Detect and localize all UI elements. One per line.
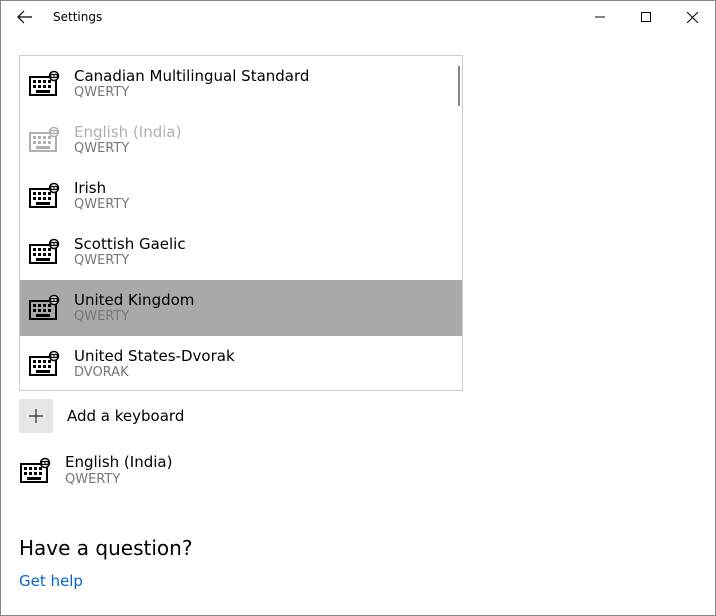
installed-keyboard-name: English (India) bbox=[65, 453, 172, 472]
keyboard-option[interactable]: English (India)QWERTY bbox=[20, 112, 462, 168]
close-icon bbox=[687, 12, 698, 23]
maximize-icon bbox=[641, 12, 651, 22]
window-controls bbox=[577, 1, 715, 33]
keyboard-name: Irish bbox=[74, 179, 129, 198]
keyboard-icon bbox=[28, 236, 60, 268]
minimize-button[interactable] bbox=[577, 1, 623, 33]
titlebar: Settings bbox=[1, 1, 715, 33]
keyboard-option[interactable]: Canadian Multilingual StandardQWERTY bbox=[20, 56, 462, 112]
keyboard-layout: QWERTY bbox=[74, 253, 186, 269]
keyboard-icon bbox=[28, 68, 60, 100]
plus-box bbox=[19, 399, 53, 433]
content-area: Canadian Multilingual StandardQWERTYEngl… bbox=[1, 55, 715, 608]
keyboard-option[interactable]: Scottish GaelicQWERTY bbox=[20, 224, 462, 280]
close-button[interactable] bbox=[669, 1, 715, 33]
keyboard-option[interactable]: United States-DvorakDVORAK bbox=[20, 336, 462, 390]
keyboard-option-text: Canadian Multilingual StandardQWERTY bbox=[74, 67, 309, 102]
installed-keyboard-text: English (India) QWERTY bbox=[65, 453, 172, 488]
keyboard-option-text: IrishQWERTY bbox=[74, 179, 129, 214]
keyboard-icon bbox=[28, 348, 60, 380]
keyboard-option-text: English (India)QWERTY bbox=[74, 123, 181, 158]
settings-window: Settings Canadian Multilingual StandardQ… bbox=[0, 0, 716, 616]
keyboard-name: English (India) bbox=[74, 123, 181, 142]
keyboard-dropdown: Canadian Multilingual StandardQWERTYEngl… bbox=[19, 55, 463, 391]
keyboard-name: Scottish Gaelic bbox=[74, 235, 186, 254]
keyboard-icon bbox=[19, 455, 51, 487]
installed-keyboard-layout: QWERTY bbox=[65, 472, 172, 488]
keyboard-layout: QWERTY bbox=[74, 85, 309, 101]
plus-icon bbox=[28, 408, 44, 424]
keyboard-icon bbox=[28, 124, 60, 156]
scrollbar-thumb[interactable] bbox=[458, 66, 460, 106]
keyboard-name: Canadian Multilingual Standard bbox=[74, 67, 309, 86]
keyboard-option-text: United KingdomQWERTY bbox=[74, 291, 194, 326]
window-title: Settings bbox=[53, 10, 102, 24]
question-heading: Have a question? bbox=[19, 536, 697, 560]
keyboard-name: United States-Dvorak bbox=[74, 347, 235, 366]
keyboard-option[interactable]: IrishQWERTY bbox=[20, 168, 462, 224]
keyboard-layout: QWERTY bbox=[74, 197, 129, 213]
keyboard-icon bbox=[28, 180, 60, 212]
keyboard-layout: DVORAK bbox=[74, 365, 235, 381]
maximize-button[interactable] bbox=[623, 1, 669, 33]
keyboard-name: United Kingdom bbox=[74, 291, 194, 310]
keyboard-option-text: Scottish GaelicQWERTY bbox=[74, 235, 186, 270]
keyboard-icon bbox=[28, 292, 60, 324]
add-keyboard-label: Add a keyboard bbox=[67, 407, 184, 425]
keyboard-layout: QWERTY bbox=[74, 141, 181, 157]
back-button[interactable] bbox=[1, 1, 49, 33]
get-help-link[interactable]: Get help bbox=[19, 572, 83, 590]
minimize-icon bbox=[595, 12, 605, 22]
keyboard-dropdown-list[interactable]: Canadian Multilingual StandardQWERTYEngl… bbox=[20, 56, 462, 390]
back-arrow-icon bbox=[17, 9, 33, 25]
add-keyboard-button[interactable]: Add a keyboard bbox=[19, 399, 697, 433]
keyboard-option-text: United States-DvorakDVORAK bbox=[74, 347, 235, 382]
keyboard-option[interactable]: United KingdomQWERTY bbox=[20, 280, 462, 336]
keyboard-layout: QWERTY bbox=[74, 309, 194, 325]
installed-keyboard-item[interactable]: English (India) QWERTY bbox=[19, 453, 697, 488]
